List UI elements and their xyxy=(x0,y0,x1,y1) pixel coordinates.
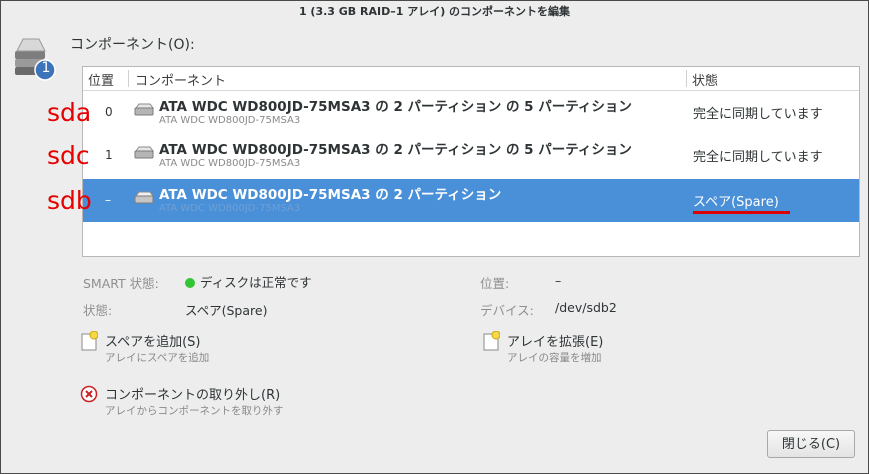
add-spare-button[interactable]: スペアを追加(S) アレイにスペアを追加 xyxy=(80,331,300,367)
component-state: スペア(Spare) xyxy=(693,195,779,210)
annotation-sdc: sdc xyxy=(47,141,90,170)
position-value: – xyxy=(555,273,562,288)
raid-array-icon: 1 xyxy=(13,33,57,81)
position-label: 位置: xyxy=(480,276,510,291)
annotation-underline xyxy=(693,211,790,214)
component-state: 完全に同期しています xyxy=(693,107,823,122)
expand-array-label: アレイを拡張(E) xyxy=(507,335,604,350)
column-header-component[interactable]: コンポーネント xyxy=(135,70,226,89)
expand-array-description: アレイの容量を増加 xyxy=(507,352,602,364)
add-document-icon xyxy=(81,331,98,351)
expand-array-button[interactable]: アレイを拡張(E) アレイの容量を増加 xyxy=(482,331,702,367)
column-separator xyxy=(686,70,687,87)
table-row[interactable]: 1 ATA WDC WD800JD-75MSA3 の 2 パーティション の 5… xyxy=(83,134,859,177)
smart-status-text: ディスクは正常です xyxy=(200,275,312,290)
remove-component-button[interactable]: コンポーネントの取り外し(R) アレイからコンポーネントを取り外す xyxy=(80,384,340,420)
remove-component-label: コンポーネントの取り外し(R) xyxy=(105,388,281,403)
components-table[interactable]: 位置 コンポーネント 状態 0 ATA WDC WD800JD-75MSA3 の… xyxy=(82,66,860,257)
hard-drive-icon xyxy=(134,103,154,116)
smart-status-value: ディスクは正常です xyxy=(185,272,312,291)
smart-status-label: SMART 状態: xyxy=(83,276,159,291)
component-title: ATA WDC WD800JD-75MSA3 の 2 パーティション の 5 パ… xyxy=(159,99,632,115)
component-state: 完全に同期しています xyxy=(693,150,823,165)
column-separator xyxy=(128,70,129,87)
close-button[interactable]: 閉じる(C) xyxy=(767,430,855,458)
row-position: 0 xyxy=(105,105,113,119)
device-value: /dev/sdb2 xyxy=(555,300,617,315)
column-header-position[interactable]: 位置 xyxy=(88,70,114,89)
smart-ok-indicator-icon xyxy=(185,278,195,288)
annotation-sda: sda xyxy=(47,98,92,127)
add-spare-description: アレイにスペアを追加 xyxy=(105,352,210,364)
component-subtitle: ATA WDC WD800JD-75MSA3 xyxy=(159,115,301,126)
remove-circle-icon xyxy=(80,385,98,403)
state-label: 状態: xyxy=(83,303,113,318)
remove-component-description: アレイからコンポーネントを取り外す xyxy=(105,405,284,417)
table-row[interactable]: 0 ATA WDC WD800JD-75MSA3 の 2 パーティション の 5… xyxy=(83,91,859,134)
table-row-selected[interactable]: – ATA WDC WD800JD-75MSA3 の 2 パーティション ATA… xyxy=(83,179,859,222)
row-position: 1 xyxy=(105,148,113,162)
component-subtitle: ATA WDC WD800JD-75MSA3 xyxy=(159,203,301,214)
row-position: – xyxy=(105,193,111,207)
window-title: 1 (3.3 GB RAID–1 アレイ) のコンポーネントを編集 xyxy=(298,5,571,18)
edit-components-dialog: 1 (3.3 GB RAID–1 アレイ) のコンポーネントを編集 1 コンポー… xyxy=(0,0,869,474)
components-section-label: コンポーネント(O): xyxy=(70,37,195,53)
array-badge-number: 1 xyxy=(41,60,51,76)
hard-drive-icon xyxy=(134,191,154,204)
component-title: ATA WDC WD800JD-75MSA3 の 2 パーティション xyxy=(159,187,502,203)
device-label: デバイス: xyxy=(480,303,534,318)
state-value: スペア(Spare) xyxy=(185,303,268,318)
component-subtitle: ATA WDC WD800JD-75MSA3 xyxy=(159,158,301,169)
hard-drive-icon xyxy=(134,146,154,159)
component-title: ATA WDC WD800JD-75MSA3 の 2 パーティション の 5 パ… xyxy=(159,142,632,158)
table-header: 位置 コンポーネント 状態 xyxy=(83,67,859,91)
expand-document-icon xyxy=(483,331,500,351)
add-spare-label: スペアを追加(S) xyxy=(105,335,201,350)
column-header-state[interactable]: 状態 xyxy=(692,70,718,89)
annotation-sdb: sdb xyxy=(47,186,92,215)
